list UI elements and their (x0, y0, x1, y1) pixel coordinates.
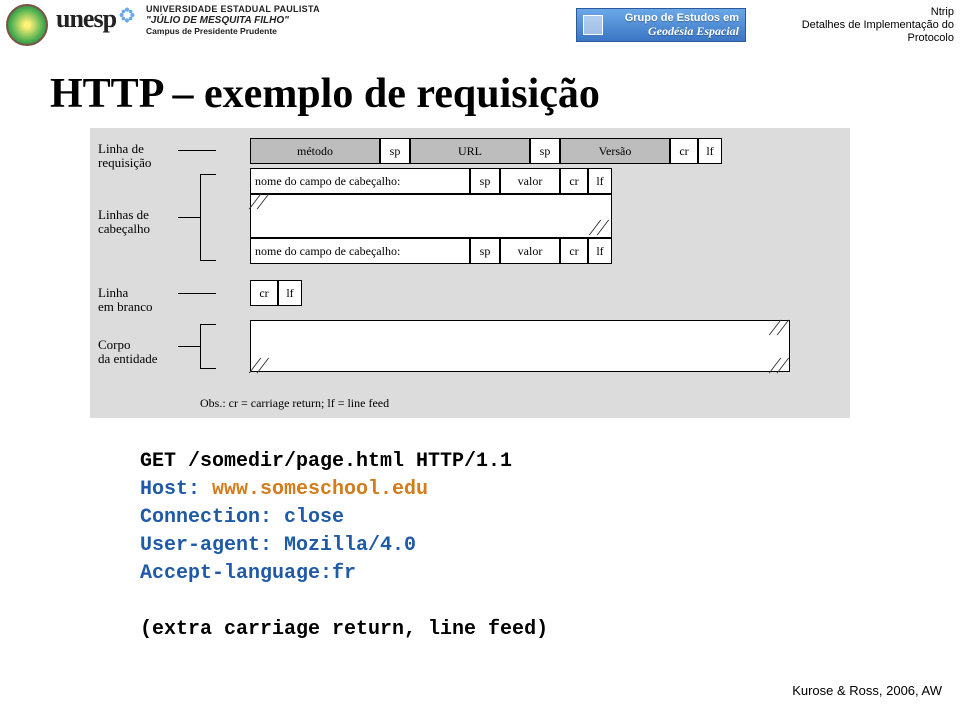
http-request-diagram: Linha de requisição Linhas de cabeçalho … (90, 128, 850, 418)
cell-sp: sp (380, 138, 410, 164)
slide-meta: Ntrip Detalhes de Implementação do Proto… (754, 6, 954, 45)
cell-url: URL (410, 138, 530, 164)
cell-version: Versão (560, 138, 670, 164)
meta-line-2: Detalhes de Implementação do Protocolo (754, 19, 954, 45)
cell-lf: lf (698, 138, 722, 164)
unesp-logo-block: unesp (56, 4, 136, 34)
code-line-4: User-agent: Mozilla/4.0 (140, 532, 960, 560)
grupo-line-2: Geodésia Espacial (583, 25, 739, 38)
break-mark-icon: ╱╱ (250, 194, 266, 210)
cell-cr: cr (560, 168, 588, 194)
code-host-label: Host: (140, 478, 212, 501)
meta-line-1: Ntrip (754, 6, 954, 19)
cell-lf: lf (588, 238, 612, 264)
brace-connector (178, 150, 216, 151)
institution-seal-icon (6, 4, 48, 46)
code-blank-line (140, 588, 960, 616)
cell-value: valor (500, 238, 560, 264)
citation: Kurose & Ross, 2006, AW (792, 683, 942, 698)
code-line-3: Connection: close (140, 504, 960, 532)
cell-method: método (250, 138, 380, 164)
break-mark-icon: ╱╱ (770, 358, 786, 374)
cell-lf: lf (278, 280, 302, 306)
cell-header-name: nome do campo de cabeçalho: (250, 168, 470, 194)
label-blank-line: Linha em branco (98, 286, 153, 314)
code-line-1: GET /somedir/page.html HTTP/1.1 (140, 448, 960, 476)
break-mark-icon: ╱╱ (770, 320, 786, 336)
code-line-7: (extra carriage return, line feed) (140, 616, 960, 644)
univ-line-2: "JÚLIO DE MESQUITA FILHO" (146, 15, 320, 26)
slide-title: HTTP – exemplo de requisição (50, 70, 960, 118)
diagram-row-blank-line: cr lf (250, 280, 302, 306)
break-mark-icon: ╱╱ (250, 358, 266, 374)
cell-header-name: nome do campo de cabeçalho: (250, 238, 470, 264)
cell-sp: sp (470, 168, 500, 194)
break-mark-icon: ╱╱ (590, 220, 606, 236)
univ-line-3: Campus de Presidente Prudente (146, 26, 320, 37)
asterisk-icon (118, 6, 136, 24)
cell-cr: cr (250, 280, 278, 306)
badge-square-icon (583, 15, 603, 35)
cell-cr: cr (560, 238, 588, 264)
cell-sp: sp (530, 138, 560, 164)
label-entity-body: Corpo da entidade (98, 338, 158, 366)
university-name-block: UNIVERSIDADE ESTADUAL PAULISTA "JÚLIO DE… (146, 4, 320, 37)
brace-connector (200, 260, 216, 261)
brace-connector (178, 346, 200, 347)
univ-line-1: UNIVERSIDADE ESTADUAL PAULISTA (146, 4, 320, 15)
cell-value: valor (500, 168, 560, 194)
entity-body-box (250, 320, 790, 372)
slide-header: unesp UNIVERSIDADE ESTADUAL PAULISTA "JÚ… (0, 0, 960, 50)
cell-cr: cr (670, 138, 698, 164)
brace-connector (200, 174, 216, 175)
cell-lf: lf (588, 168, 612, 194)
code-line-2: Host: www.someschool.edu (140, 476, 960, 504)
brace-connector (200, 174, 201, 260)
unesp-wordmark: unesp (56, 4, 116, 34)
brace-connector (200, 368, 216, 369)
label-request-line: Linha de requisição (98, 142, 151, 170)
gap-region (250, 194, 612, 238)
brace-connector (200, 324, 216, 325)
brace-connector (200, 324, 201, 368)
diagram-row-header: nome do campo de cabeçalho: sp valor cr … (250, 168, 612, 194)
diagram-note: Obs.: cr = carriage return; lf = line fe… (200, 396, 389, 411)
diagram-row-request-line: método sp URL sp Versão cr lf (250, 138, 722, 164)
code-host-value: www.someschool.edu (212, 478, 428, 501)
http-request-code: GET /somedir/page.html HTTP/1.1 Host: ww… (140, 448, 960, 644)
brace-connector (178, 293, 216, 294)
brace-connector (178, 217, 200, 218)
cell-sp: sp (470, 238, 500, 264)
research-group-badge: Grupo de Estudos em Geodésia Espacial (576, 8, 746, 42)
diagram-row-header: nome do campo de cabeçalho: sp valor cr … (250, 238, 612, 264)
code-line-5: Accept-language:fr (140, 560, 960, 588)
label-header-lines: Linhas de cabeçalho (98, 208, 150, 236)
